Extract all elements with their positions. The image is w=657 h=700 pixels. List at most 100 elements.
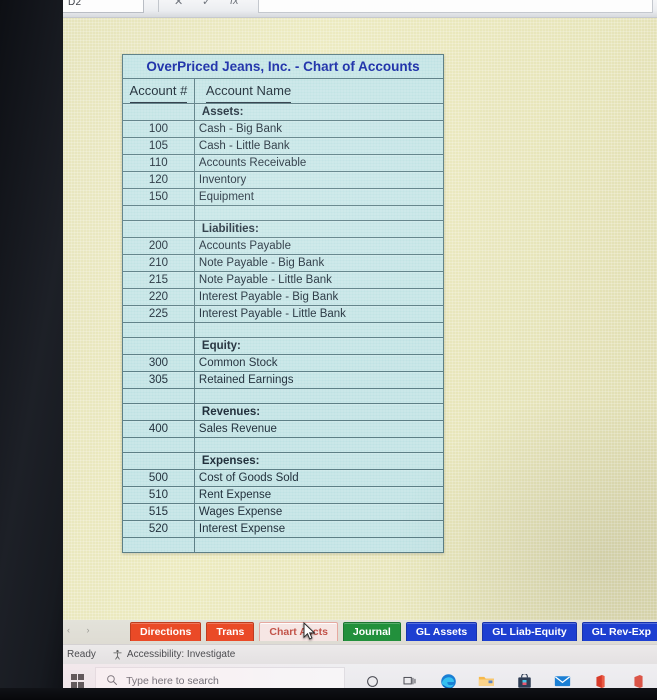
microsoft-store-icon[interactable] bbox=[505, 664, 543, 690]
spacer-row[interactable] bbox=[122, 205, 445, 221]
cancel-icon[interactable]: ✕ bbox=[174, 0, 183, 8]
cell-account-number[interactable]: 210 bbox=[122, 254, 195, 272]
cell-account-number[interactable] bbox=[122, 388, 195, 404]
sheet-tab-gl-rev-exp[interactable]: GL Rev-Exp bbox=[581, 622, 657, 641]
task-view-icon[interactable] bbox=[391, 664, 429, 690]
sheet-tab-trans[interactable]: Trans bbox=[206, 622, 255, 641]
sheet-tab-gl-liab-equity[interactable]: GL Liab-Equity bbox=[482, 622, 577, 641]
cortana-icon[interactable] bbox=[353, 664, 391, 690]
cell-account-number[interactable]: 200 bbox=[122, 237, 195, 255]
spacer-row[interactable] bbox=[122, 437, 445, 453]
confirm-icon[interactable]: ✓ bbox=[202, 0, 211, 8]
table-row[interactable]: 520 Interest Expense bbox=[122, 520, 445, 538]
table-row[interactable]: 120 Inventory bbox=[122, 171, 445, 189]
cell-account-number[interactable]: 510 bbox=[122, 486, 195, 504]
cell-account-name[interactable]: Interest Payable - Little Bank bbox=[193, 305, 445, 323]
cell-account-name[interactable]: Cash - Little Bank bbox=[193, 137, 445, 155]
status-accessibility[interactable]: Accessibility: Investigate bbox=[112, 649, 235, 660]
microsoft-edge-icon[interactable] bbox=[429, 664, 467, 690]
cell-account-name[interactable]: Liabilities: bbox=[193, 220, 445, 238]
file-explorer-icon[interactable] bbox=[467, 664, 505, 690]
cell-account-number[interactable]: 515 bbox=[122, 503, 195, 521]
cell-account-number[interactable] bbox=[122, 322, 195, 338]
cell-account-name[interactable]: Expenses: bbox=[193, 452, 445, 470]
table-row[interactable]: 210 Note Payable - Big Bank bbox=[122, 254, 445, 272]
cell-account-number[interactable]: 225 bbox=[122, 305, 195, 323]
spacer-row[interactable] bbox=[122, 322, 445, 338]
name-box[interactable]: D2 bbox=[62, 0, 144, 13]
cell-account-name[interactable]: Cost of Goods Sold bbox=[193, 469, 445, 487]
table-row[interactable]: 515 Wages Expense bbox=[122, 503, 445, 521]
cell-account-name[interactable]: Equipment bbox=[193, 188, 445, 206]
table-row[interactable]: 150 Equipment bbox=[122, 188, 445, 206]
cell-account-number[interactable]: 110 bbox=[122, 154, 195, 172]
section-heading-row[interactable]: Revenues: bbox=[122, 403, 445, 421]
insert-function-icon[interactable]: fx bbox=[230, 0, 239, 7]
cell-account-number[interactable]: 105 bbox=[122, 137, 195, 155]
cell-account-number[interactable]: 400 bbox=[122, 420, 195, 438]
microsoft-office-icon[interactable] bbox=[581, 664, 619, 690]
cell-account-number[interactable] bbox=[122, 205, 195, 221]
start-button[interactable] bbox=[62, 664, 93, 690]
cell-account-number[interactable]: 120 bbox=[122, 171, 195, 189]
table-row[interactable]: 305 Retained Earnings bbox=[122, 371, 445, 389]
cell-account-number[interactable]: 300 bbox=[122, 354, 195, 372]
cell-account-name[interactable] bbox=[193, 205, 445, 221]
section-heading-row[interactable]: Expenses: bbox=[122, 452, 445, 470]
cell-account-number[interactable] bbox=[122, 220, 195, 238]
cell-account-name[interactable]: Rent Expense bbox=[193, 486, 445, 504]
cell-account-number[interactable]: 305 bbox=[122, 371, 195, 389]
cell-account-number[interactable] bbox=[122, 403, 195, 421]
cell-account-number[interactable] bbox=[122, 337, 195, 355]
table-row[interactable]: 220 Interest Payable - Big Bank bbox=[122, 288, 445, 306]
cell-account-name[interactable]: Common Stock bbox=[193, 354, 445, 372]
cell-account-name[interactable]: Note Payable - Big Bank bbox=[193, 254, 445, 272]
cell-account-number[interactable]: 500 bbox=[122, 469, 195, 487]
section-heading-row[interactable]: Equity: bbox=[122, 337, 445, 355]
cell-account-name[interactable]: Note Payable - Little Bank bbox=[193, 271, 445, 289]
cell-account-name[interactable] bbox=[193, 437, 445, 453]
cell-account-number[interactable]: 220 bbox=[122, 288, 195, 306]
section-heading-row[interactable]: Liabilities: bbox=[122, 220, 445, 238]
table-row[interactable]: 400 Sales Revenue bbox=[122, 420, 445, 438]
cell-account-name[interactable]: Assets: bbox=[193, 103, 445, 121]
spacer-row[interactable] bbox=[122, 537, 445, 553]
mail-icon[interactable] bbox=[543, 664, 581, 690]
cell-account-name[interactable]: Interest Expense bbox=[193, 520, 445, 538]
sheet-nav-arrows[interactable]: ‹ › bbox=[67, 625, 97, 635]
cell-account-name[interactable]: Accounts Payable bbox=[193, 237, 445, 255]
sheet-tab-bar[interactable]: ‹ › Directions Trans Chart Accts Journal GL … bbox=[62, 620, 657, 644]
table-row[interactable]: 105 Cash - Little Bank bbox=[122, 137, 445, 155]
spacer-row[interactable] bbox=[122, 388, 445, 404]
cell-account-name[interactable]: Inventory bbox=[193, 171, 445, 189]
taskbar-search-input[interactable]: Type here to search bbox=[95, 667, 345, 690]
cell-account-number[interactable] bbox=[122, 452, 195, 470]
cell-account-name[interactable] bbox=[193, 388, 445, 404]
sheet-tab-directions[interactable]: Directions bbox=[130, 622, 202, 641]
table-row[interactable]: 110 Accounts Receivable bbox=[122, 154, 445, 172]
cell-account-number[interactable] bbox=[122, 437, 195, 453]
cell-account-number[interactable]: 215 bbox=[122, 271, 195, 289]
cell-account-name[interactable]: Sales Revenue bbox=[193, 420, 445, 438]
sheet-tab-chart-accts[interactable]: Chart Accts bbox=[259, 622, 338, 641]
cell-account-number[interactable]: 150 bbox=[122, 188, 195, 206]
formula-input[interactable] bbox=[258, 0, 653, 13]
cell-account-name[interactable]: Equity: bbox=[193, 337, 445, 355]
cell-account-name[interactable]: Cash - Big Bank bbox=[193, 120, 445, 138]
section-heading-row[interactable]: Assets: bbox=[122, 103, 445, 121]
cell-account-name[interactable]: Revenues: bbox=[193, 403, 445, 421]
cell-account-name[interactable] bbox=[193, 322, 445, 338]
table-row[interactable]: 500 Cost of Goods Sold bbox=[122, 469, 445, 487]
cell-account-name[interactable]: Interest Payable - Big Bank bbox=[193, 288, 445, 306]
office-app-icon-partial[interactable] bbox=[619, 664, 657, 690]
cell-account-number[interactable]: 100 bbox=[122, 120, 195, 138]
taskbar-icons[interactable] bbox=[353, 664, 657, 690]
cell-account-name[interactable]: Accounts Receivable bbox=[193, 154, 445, 172]
worksheet-canvas[interactable]: OverPriced Jeans, Inc. - Chart of Accoun… bbox=[62, 18, 657, 620]
table-row[interactable]: 225 Interest Payable - Little Bank bbox=[122, 305, 445, 323]
cell-account-name[interactable] bbox=[193, 537, 445, 553]
table-row[interactable]: 200 Accounts Payable bbox=[122, 237, 445, 255]
table-row[interactable]: 215 Note Payable - Little Bank bbox=[122, 271, 445, 289]
table-row[interactable]: 100 Cash - Big Bank bbox=[122, 120, 445, 138]
sheet-tabs[interactable]: Directions Trans Chart Accts Journal GL Asse… bbox=[130, 622, 657, 641]
